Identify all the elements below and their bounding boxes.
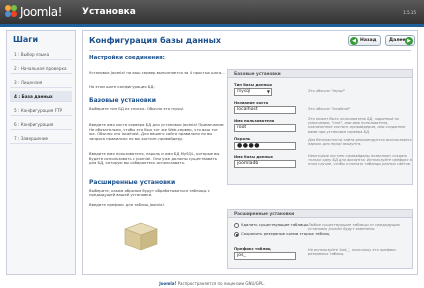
user-field: Имя пользователя root [234, 118, 296, 132]
back-button-label: Назад [360, 38, 377, 43]
footer-text: Распространяется по лицензии GNU/GPL. [177, 281, 265, 286]
host-field: Название хоста localhost [234, 100, 296, 114]
db-type-field: Тип базы данных mysql ▼ [234, 82, 272, 96]
basic-panel-heading: Базовые установки [228, 70, 412, 78]
advanced-settings-text-2: Введите префикс для таблиц Joomla!. [89, 202, 166, 207]
user-label: Имя пользователя [234, 118, 275, 123]
db-type-select[interactable]: mysql ▼ [234, 88, 272, 96]
intro-text-2: На этом шаге конфигурация БД: [89, 84, 155, 89]
radio-backup-tables-label: Сохранить резервные копии старых таблиц [241, 231, 330, 236]
basic-settings-heading: Базовые установки [89, 97, 156, 104]
footer: Joomla! Распространяется по лицензии GNU… [0, 281, 424, 286]
sidebar-step-precheck: 2 : Начальная проверка [10, 63, 72, 74]
radio-drop-tables-label: Удалить существующие таблицы [241, 222, 308, 227]
basic-settings-section: Базовые установки Выберите тип БД из спи… [89, 97, 225, 111]
page-title: Конфигурация базы данных [89, 36, 222, 45]
radio-drop-tables[interactable]: Удалить существующие таблицы [234, 222, 308, 228]
password-hint: Для безопасности сайта рекомендуется исп… [308, 138, 412, 147]
prefix-label: Префикс таблиц [234, 246, 271, 251]
password-field: Пароль ●●●● [234, 136, 296, 150]
host-input[interactable]: localhost [234, 106, 296, 114]
basic-settings-panel: Базовые установки Тип базы данных mysql … [227, 69, 413, 185]
radio-backup-tables-indicator [234, 231, 239, 237]
basic-settings-text-2: Введите имя хоста сервера БД для установ… [89, 122, 225, 141]
dbname-field: Имя базы данных joomladb [234, 154, 296, 168]
logo-text: Joomla! [20, 5, 62, 19]
arrow-right-icon: ▶ [405, 37, 413, 45]
main-panel: Конфигурация базы данных ◀ Назад Далее ▶… [82, 30, 418, 275]
header-stripe [0, 24, 424, 27]
dbname-label: Имя базы данных [234, 154, 273, 159]
sidebar-step-ftp: 5 : Конфигурация FTP [10, 105, 72, 116]
host-label: Название хоста [234, 100, 269, 105]
advanced-settings-text-1: Выберите, каким образом будут обрабатыва… [89, 187, 210, 198]
app-title: Установка [82, 7, 136, 17]
database-box-icon [124, 222, 158, 251]
back-button[interactable]: ◀ Назад [348, 35, 381, 46]
db-type-hint: Это обычно "mysql" [308, 89, 346, 93]
arrow-left-icon: ◀ [350, 37, 358, 45]
intro-text-1: Установка Joomla! на ваш сервер выполняе… [89, 70, 225, 75]
prefix-field: Префикс таблиц jos_ [234, 246, 296, 260]
title-divider [89, 50, 411, 51]
connection-settings-heading: Настройки соединения: [89, 55, 165, 61]
sidebar-step-configuration: 6 : Конфигурация [10, 119, 72, 130]
radio-drop-tables-indicator [234, 222, 239, 228]
sidebar-step-license: 3 : Лицензия [10, 77, 72, 88]
header-bar: Joomla! Установка 1.5.15 [0, 0, 424, 24]
dbname-input[interactable]: joomladb [234, 160, 296, 168]
user-hint: Это может быть пользователь БД, заданный… [308, 117, 406, 134]
radio-backup-tables[interactable]: Сохранить резервные копии старых таблиц [234, 231, 329, 237]
basic-settings-text-1: Выберите тип БД из списка. Обычно это my… [89, 105, 184, 111]
joomla-logo-icon [5, 5, 17, 17]
db-type-label: Тип базы данных [234, 82, 273, 87]
steps-sidebar: Шаги 1 : Выбор языка 2 : Начальная прове… [6, 30, 76, 275]
next-button[interactable]: Далее ▶ [385, 35, 415, 46]
password-label: Пароль [234, 136, 251, 141]
advanced-panel-heading: Расширенные установки [228, 210, 412, 218]
prefix-hint: Не используйте 'bak_', поскольку это пре… [308, 248, 397, 257]
footer-brand-link[interactable]: Joomla! [159, 281, 176, 286]
sidebar-step-database: 4 : База данных [10, 91, 72, 102]
advanced-settings-heading: Расширенные установки [89, 179, 176, 186]
prefix-input[interactable]: jos_ [234, 252, 296, 260]
sidebar-title: Шаги [13, 35, 39, 44]
sidebar-step-language: 1 : Выбор языка [10, 49, 72, 60]
sidebar-step-finish: 7 : Завершение [10, 133, 72, 144]
user-input[interactable]: root [234, 124, 296, 132]
host-hint: Это обычно "localhost" [308, 107, 351, 111]
chevron-down-icon: ▼ [266, 89, 270, 94]
advanced-settings-section: Расширенные установки Выберите, каким об… [89, 179, 225, 198]
dbname-hint: Некоторые хостинг-провайдеры позволяют с… [308, 154, 412, 167]
tables-option-hint: Любые существующие таблицы от предыдущих… [308, 223, 400, 232]
next-button-label: Далее [389, 38, 406, 43]
password-input[interactable]: ●●●● [234, 142, 296, 150]
db-type-value: mysql [237, 89, 251, 94]
version-label: 1.5.15 [403, 10, 416, 15]
advanced-settings-panel: Расширенные установки Удалить существующ… [227, 209, 413, 269]
basic-settings-text-3: Введите имя пользователя, пароль и имя Б… [89, 151, 220, 166]
